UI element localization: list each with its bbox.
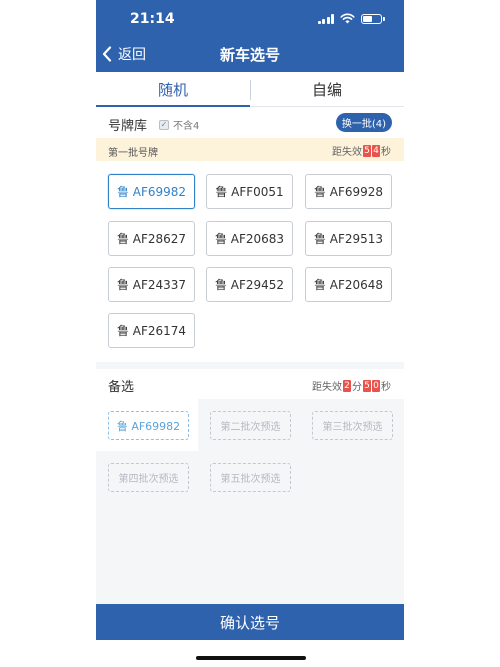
timer-digit: 2 xyxy=(343,379,351,392)
timer-digit: 0 xyxy=(372,379,380,392)
plate-option[interactable]: 鲁 AF26174 xyxy=(108,313,195,348)
alternates-timer-prefix: 距失效 xyxy=(312,382,342,393)
timer-digit: 4 xyxy=(372,144,380,157)
phone-screen: 21:14 返回 新车选号 随机 自编 号牌库 ✓ 不含4 换一批(4) 第一批… xyxy=(96,0,404,667)
tab-custom[interactable]: 自编 xyxy=(250,72,404,106)
plate-option[interactable]: 鲁 AF69982 xyxy=(108,174,195,209)
plate-library-section: 号牌库 ✓ 不含4 换一批(4) 第一批号牌 距失效 5 4 秒 鲁 AF699… xyxy=(96,107,404,362)
status-time: 21:14 xyxy=(130,11,175,27)
batch-title: 第一批号牌 xyxy=(108,148,158,159)
alternates-header: 备选 距失效 2 分 5 0 秒 xyxy=(96,369,404,399)
plate-option[interactable]: 鲁 AF24337 xyxy=(108,267,195,302)
alternate-slot[interactable]: 第五批次预选 xyxy=(210,463,291,492)
batch-timer-suffix: 秒 xyxy=(381,147,391,158)
swap-batch-button[interactable]: 换一批(4) xyxy=(335,113,392,132)
page-title: 新车选号 xyxy=(219,46,280,64)
status-icons xyxy=(317,13,385,24)
timer-digit: 5 xyxy=(363,144,371,157)
plate-option[interactable]: 鲁 AF69928 xyxy=(305,174,392,209)
seconds-label: 秒 xyxy=(381,382,391,393)
tab-divider xyxy=(250,80,251,100)
plate-option[interactable]: 鲁 AFF0051 xyxy=(206,174,293,209)
plate-option[interactable]: 鲁 AF20648 xyxy=(305,267,392,302)
library-title: 号牌库 xyxy=(108,119,148,134)
confirm-selection-button[interactable]: 确认选号 xyxy=(96,604,404,640)
home-indicator[interactable] xyxy=(196,656,306,660)
batch-timer-prefix: 距失效 xyxy=(332,147,362,158)
cellular-signal-icon xyxy=(317,13,334,24)
alternates-title: 备选 xyxy=(108,380,135,395)
alternate-slot[interactable]: 鲁 AF69982 xyxy=(108,411,189,440)
wifi-icon xyxy=(340,13,355,24)
library-header: 号牌库 ✓ 不含4 换一批(4) xyxy=(96,107,404,138)
alternates-section: 备选 距失效 2 分 5 0 秒 鲁 AF69982 第二批次预选 第三批次预选… xyxy=(96,369,404,604)
exclude-four-label: 不含4 xyxy=(173,121,200,132)
alternate-slot[interactable]: 第四批次预选 xyxy=(108,463,189,492)
timer-digit: 5 xyxy=(363,379,371,392)
tab-random[interactable]: 随机 xyxy=(96,72,250,107)
bottom-safe-area xyxy=(96,640,404,667)
batch-timer: 距失效 5 4 秒 xyxy=(332,143,391,158)
exclude-four-checkbox[interactable]: ✓ 不含4 xyxy=(159,117,199,132)
plate-option[interactable]: 鲁 AF29452 xyxy=(206,267,293,302)
plate-option[interactable]: 鲁 AF29513 xyxy=(305,221,392,256)
minutes-label: 分 xyxy=(352,382,362,393)
batch-bar: 第一批号牌 距失效 5 4 秒 xyxy=(96,138,404,161)
battery-icon xyxy=(361,13,385,24)
plate-option[interactable]: 鲁 AF28627 xyxy=(108,221,195,256)
alternate-slot[interactable]: 第二批次预选 xyxy=(210,411,291,440)
plate-option[interactable]: 鲁 AF20683 xyxy=(206,221,293,256)
alternates-timer: 距失效 2 分 5 0 秒 xyxy=(312,378,391,393)
app-header: 21:14 返回 新车选号 xyxy=(96,0,404,72)
checkbox-checked-icon: ✓ xyxy=(159,119,169,130)
alternate-slot[interactable]: 第三批次预选 xyxy=(312,411,393,440)
